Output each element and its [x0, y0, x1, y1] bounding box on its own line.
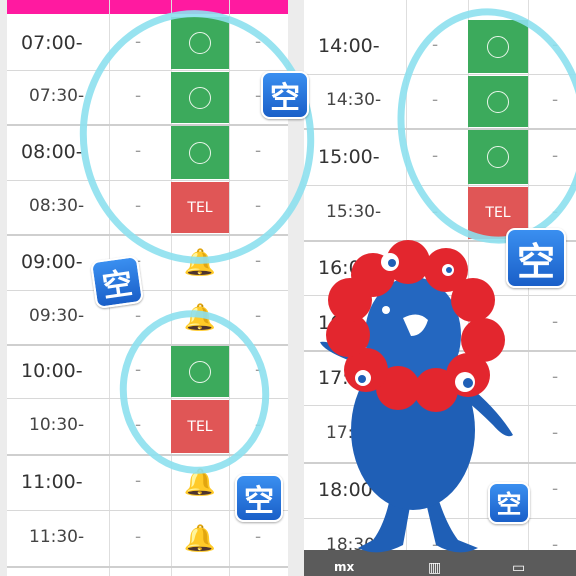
- empty-slot-dash: -: [255, 251, 262, 271]
- bell-icon: 🔔: [183, 523, 217, 554]
- empty-slot-dash: -: [255, 306, 262, 326]
- row-divider: [7, 290, 288, 291]
- empty-slot-dash: -: [255, 527, 262, 547]
- mascot-character-image: [320, 240, 513, 553]
- time-slot-label: 07:00-: [21, 31, 83, 54]
- car-icon[interactable]: ▭: [512, 560, 525, 576]
- vacancy-badge-icon: 空: [261, 71, 309, 119]
- empty-slot-dash: -: [135, 306, 142, 326]
- empty-slot-dash: -: [552, 366, 559, 387]
- time-slot-label: 14:00-: [318, 35, 380, 57]
- time-slot-label: 09:00-: [21, 251, 83, 273]
- map-icon[interactable]: ▥: [428, 560, 441, 576]
- vacancy-badge-icon: 空: [89, 254, 145, 310]
- time-slot-label: 10:00-: [21, 360, 83, 382]
- vacancy-badge-icon: 空: [235, 474, 283, 522]
- mx-icon[interactable]: mx: [334, 560, 354, 574]
- time-slot-label: 08:00-: [21, 141, 83, 163]
- empty-slot-dash: -: [135, 471, 142, 491]
- time-slot-label: 15:00-: [318, 145, 380, 168]
- time-slot-label: 11:30-: [29, 527, 85, 547]
- empty-slot-dash: -: [552, 479, 559, 499]
- time-slot-label: 09:30-: [29, 306, 85, 326]
- time-slot-label: 14:30-: [326, 90, 382, 110]
- time-slot-label: 11:00-: [21, 471, 83, 493]
- row-divider: [7, 566, 288, 568]
- notify-bell-button[interactable]: 🔔: [171, 512, 229, 565]
- empty-slot-dash: -: [552, 311, 559, 332]
- time-slot-label: 10:30-: [29, 415, 85, 435]
- brand-header-bar: [7, 0, 288, 14]
- time-slot-label: 07:30-: [29, 86, 85, 106]
- time-slot-label: 08:30-: [29, 196, 85, 216]
- empty-slot-dash: -: [135, 527, 142, 547]
- empty-slot-dash: -: [552, 422, 559, 443]
- time-slot-label: 15:30-: [326, 201, 382, 222]
